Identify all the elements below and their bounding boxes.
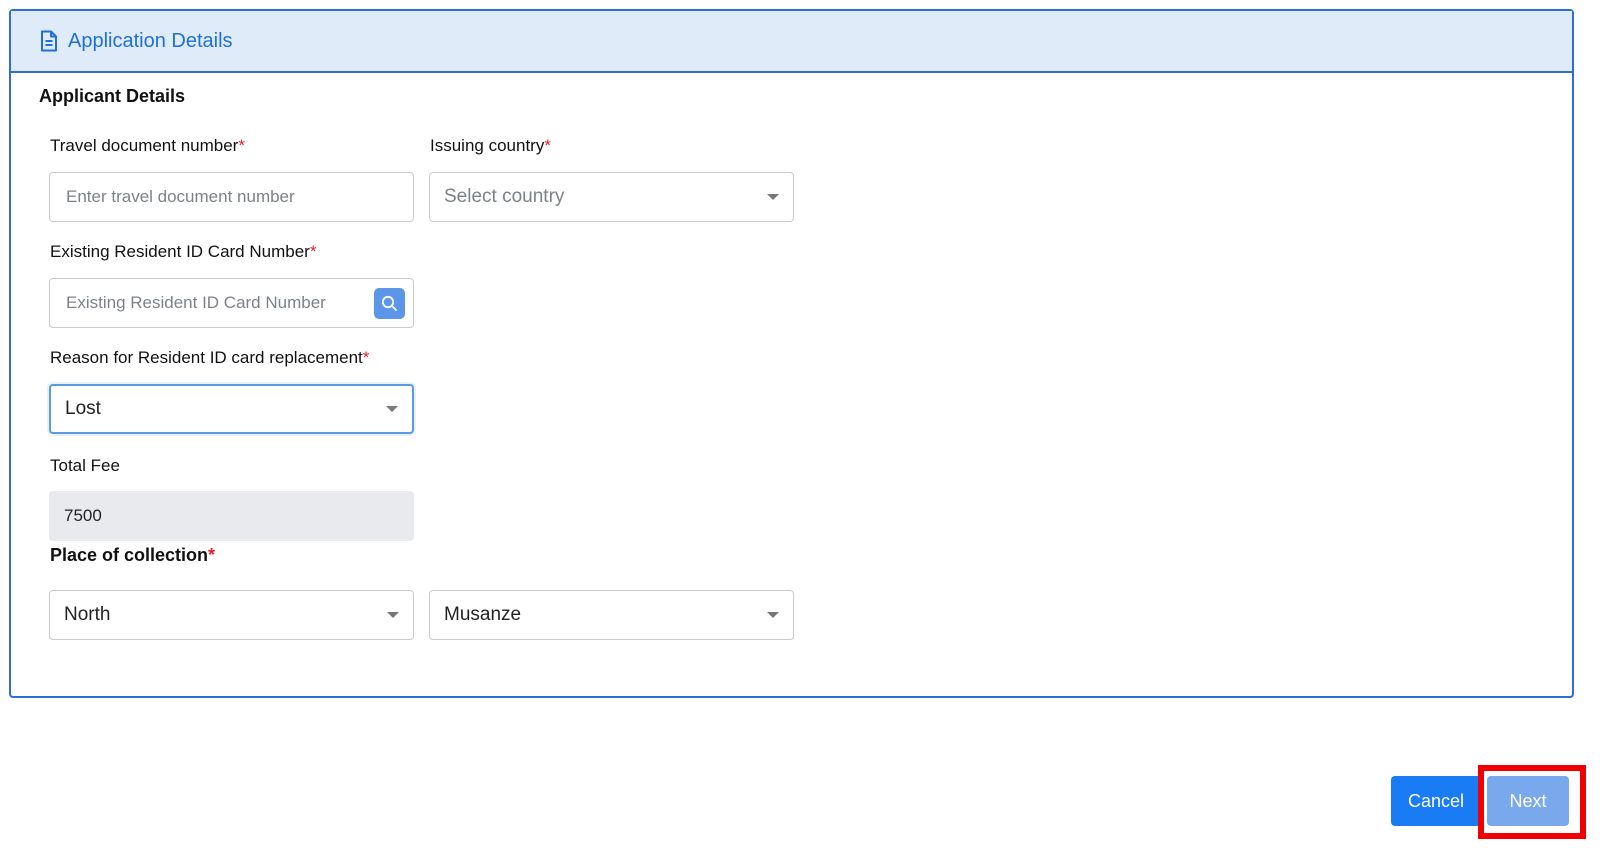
- next-button[interactable]: Next: [1487, 776, 1569, 826]
- search-icon: [381, 295, 397, 311]
- chevron-down-icon: [387, 612, 399, 618]
- province-select[interactable]: North: [49, 590, 414, 640]
- total-fee-value: 7500: [64, 506, 102, 525]
- required-marker: *: [208, 545, 216, 565]
- district-select[interactable]: Musanze: [429, 590, 794, 640]
- district-selected-value: Musanze: [444, 604, 522, 625]
- required-marker: *: [238, 136, 245, 155]
- province-selected-value: North: [64, 604, 111, 625]
- required-marker: *: [362, 348, 370, 367]
- resident-id-label-text: Existing Resident ID Card Number: [50, 242, 310, 261]
- search-button[interactable]: [374, 287, 405, 319]
- issuing-country-label-text: Issuing country: [430, 136, 545, 155]
- travel-doc-field: [49, 172, 414, 222]
- chevron-down-icon: [767, 612, 779, 618]
- cancel-button[interactable]: Cancel: [1391, 776, 1481, 826]
- resident-id-field: [49, 278, 414, 328]
- document-icon: [39, 30, 59, 52]
- required-marker: *: [544, 136, 551, 155]
- resident-id-input[interactable]: [50, 292, 374, 314]
- travel-doc-label-text: Travel document number: [50, 136, 239, 155]
- reason-selected-value: Lost: [65, 398, 101, 419]
- resident-id-label: Existing Resident ID Card Number*: [50, 242, 316, 262]
- chevron-down-icon: [386, 406, 398, 412]
- issuing-country-label: Issuing country*: [430, 136, 551, 156]
- card-header: Application Details: [11, 11, 1572, 73]
- total-fee-label: Total Fee: [50, 456, 120, 475]
- travel-doc-label: Travel document number*: [50, 136, 245, 156]
- reason-label-text: Reason for Resident ID card replacement: [50, 348, 363, 367]
- total-fee-field: 7500: [49, 491, 414, 541]
- section-title: Applicant Details: [39, 86, 186, 106]
- place-of-collection-label-text: Place of collection: [50, 545, 209, 565]
- issuing-country-placeholder: Select country: [444, 186, 565, 207]
- required-marker: *: [309, 242, 317, 261]
- issuing-country-select[interactable]: Select country: [429, 172, 794, 222]
- reason-label: Reason for Resident ID card replacement*: [50, 348, 369, 368]
- travel-doc-input[interactable]: [50, 186, 413, 208]
- place-of-collection-label: Place of collection*: [50, 545, 215, 566]
- chevron-down-icon: [767, 194, 779, 200]
- card-title: Application Details: [68, 29, 233, 52]
- reason-select[interactable]: Lost: [49, 384, 414, 434]
